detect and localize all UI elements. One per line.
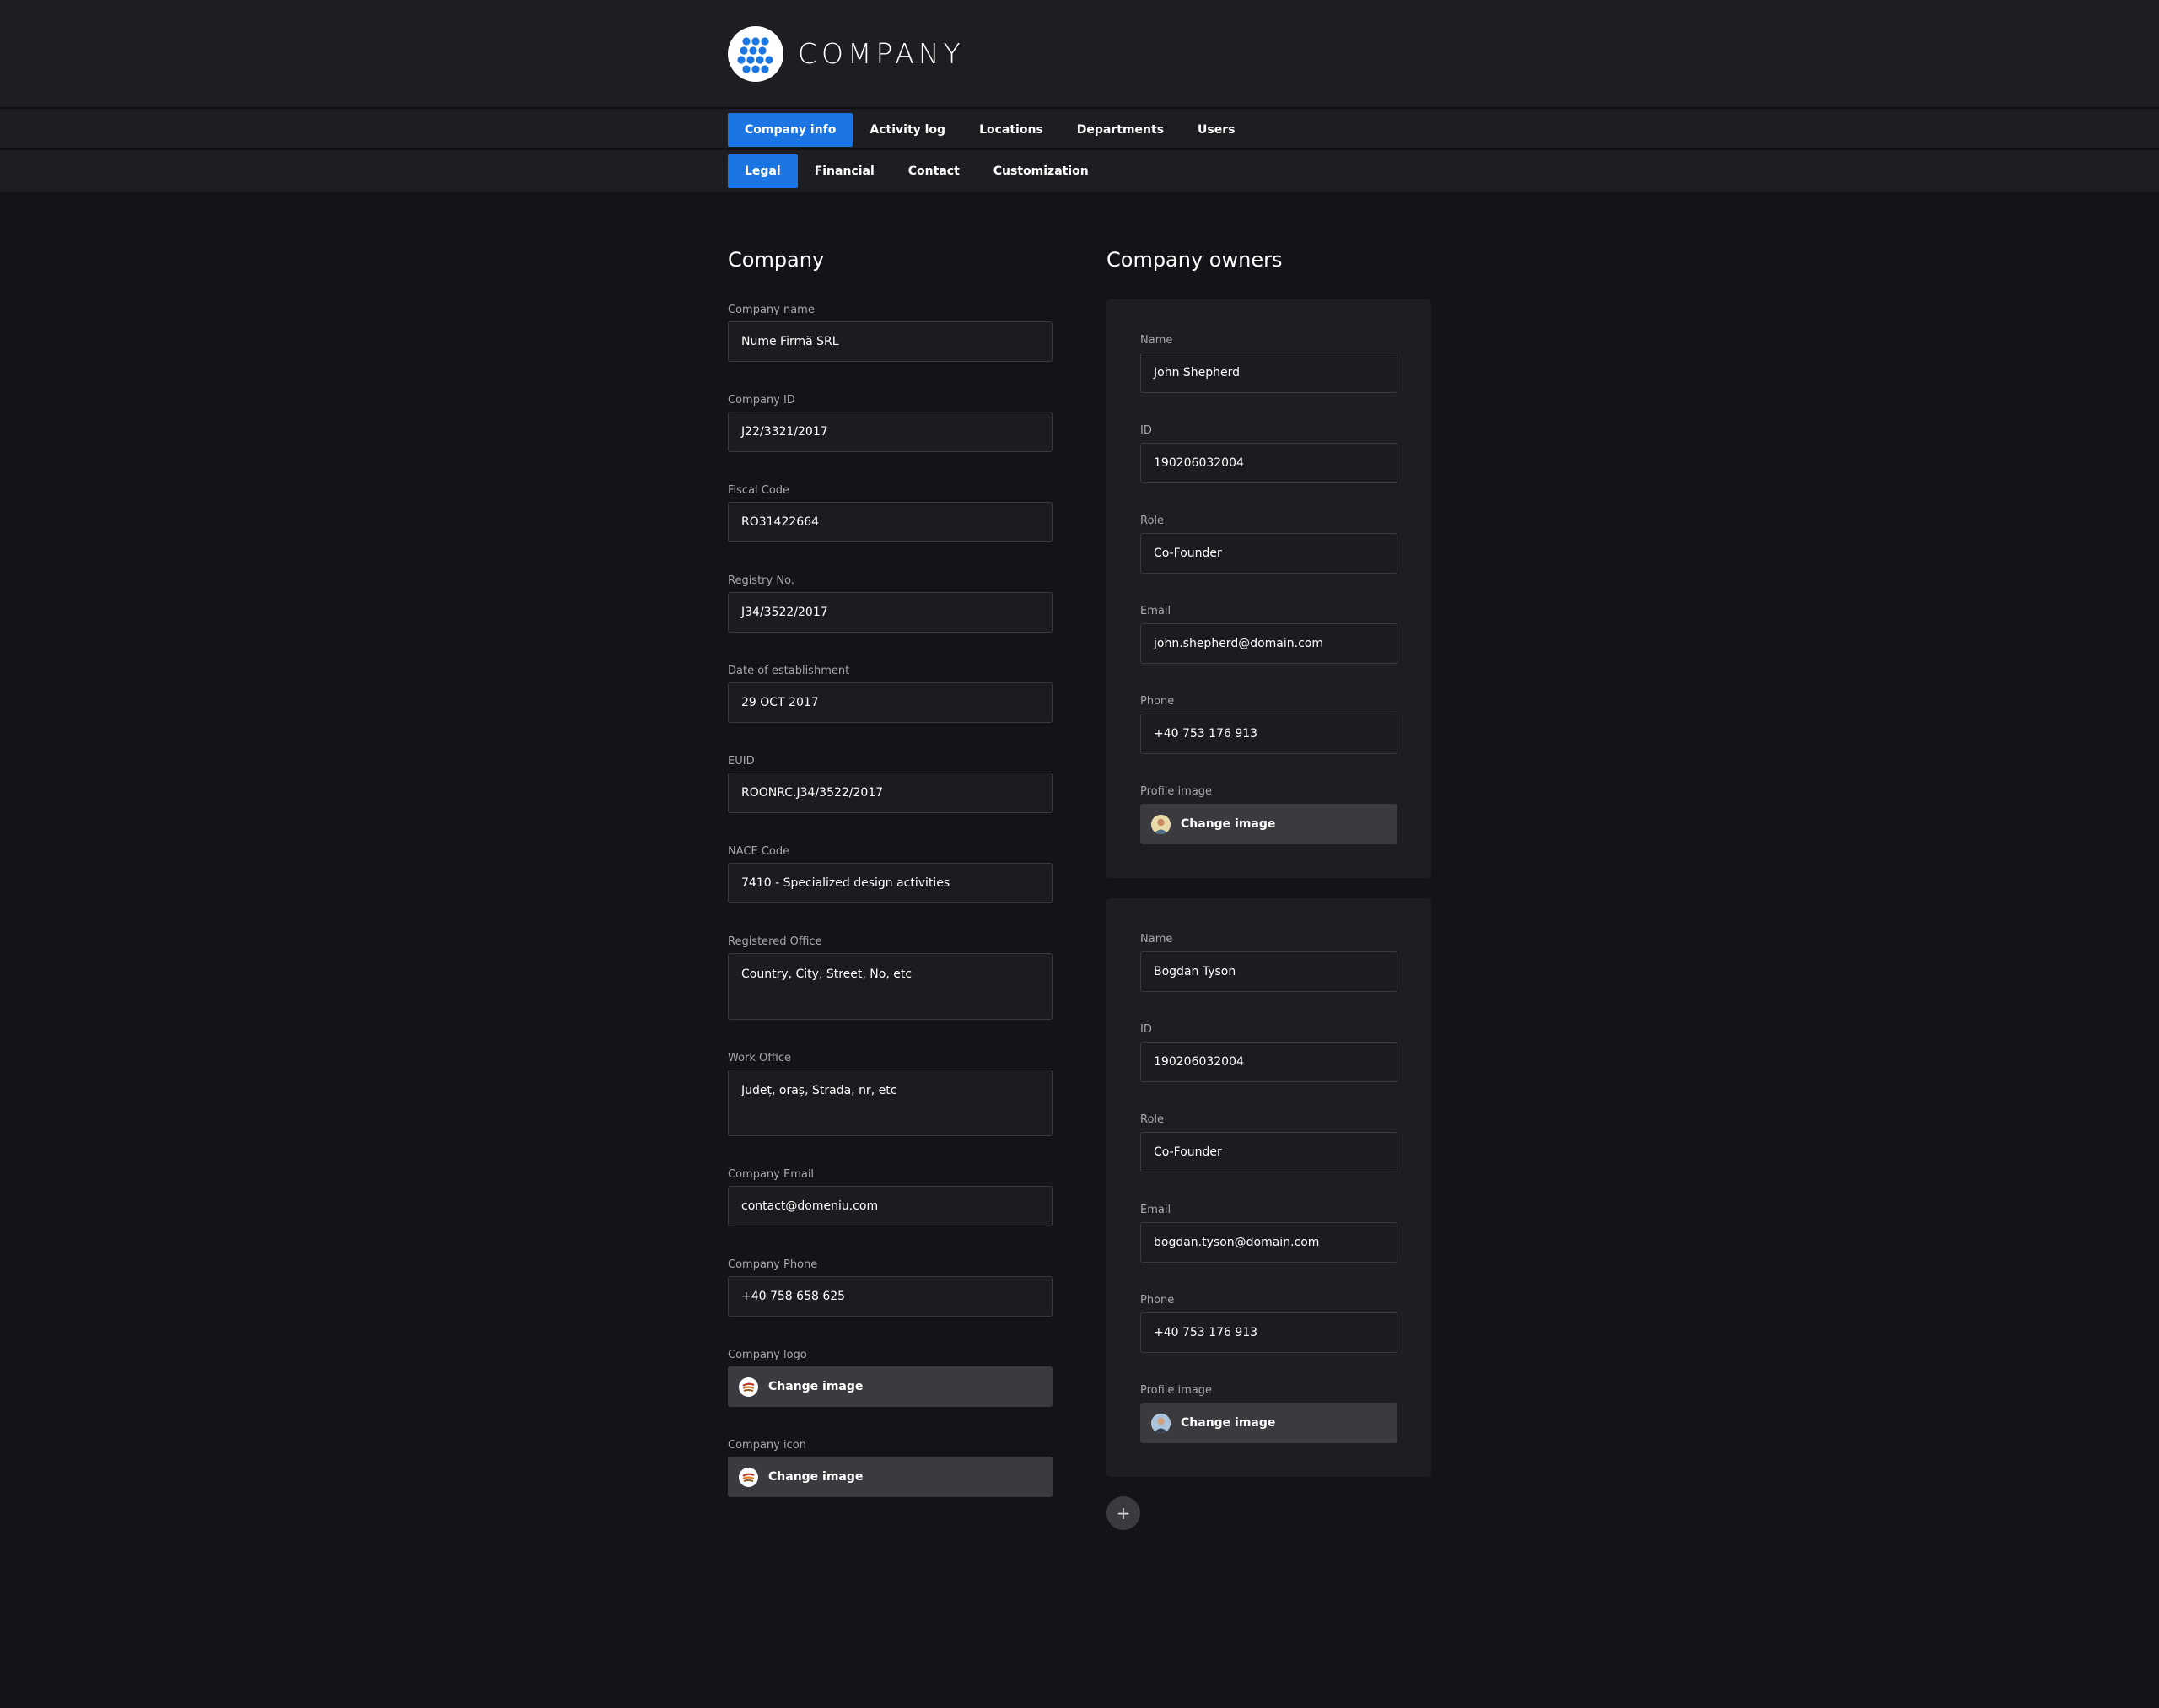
owner-email-input[interactable]: bogdan.tyson@domain.com: [1140, 1222, 1397, 1263]
tab-legal[interactable]: Legal: [728, 154, 798, 188]
owner-name-label: Name: [1140, 933, 1173, 946]
owner-id-label: ID: [1140, 1023, 1152, 1036]
nace-code-input[interactable]: 7410 - Specialized design activities: [728, 863, 1053, 903]
tab-contact[interactable]: Contact: [891, 154, 977, 188]
euid-label: EUID: [728, 755, 755, 768]
company-name-label: Company name: [728, 304, 815, 316]
avatar-icon: [1151, 1413, 1171, 1433]
owner-role-input[interactable]: Co-Founder: [1140, 533, 1397, 574]
nace-code-label: NACE Code: [728, 845, 790, 858]
date-of-establishment-label: Date of establishment: [728, 665, 850, 677]
avatar-icon: [1151, 814, 1171, 834]
owner-phone-input[interactable]: +40 753 176 913: [1140, 714, 1397, 754]
tab-users[interactable]: Users: [1181, 113, 1252, 147]
brand-name: COMPANY: [798, 37, 965, 70]
owner-email-label: Email: [1140, 605, 1171, 617]
owner-id-input[interactable]: 190206032004: [1140, 443, 1397, 483]
date-of-establishment-input[interactable]: 29 OCT 2017: [728, 682, 1053, 723]
owners-section-title: Company owners: [1106, 248, 1283, 272]
add-owner-button[interactable]: +: [1106, 1496, 1140, 1530]
owner-email-input[interactable]: john.shepherd@domain.com: [1140, 623, 1397, 664]
owner-email-label: Email: [1140, 1204, 1171, 1216]
registered-office-label: Registered Office: [728, 935, 822, 948]
company-icon-thumbnail-icon: [739, 1467, 758, 1487]
company-email-input[interactable]: contact@domeniu.com: [728, 1186, 1053, 1226]
tab-company-info[interactable]: Company info: [728, 113, 853, 147]
owner-id-label: ID: [1140, 424, 1152, 437]
company-logo-thumbnail-icon: [739, 1377, 758, 1397]
owner-profile-image-label: Profile image: [1140, 785, 1213, 798]
owner-profile-image-button-label: Change image: [1181, 817, 1276, 831]
company-name-input[interactable]: Nume Firmă SRL: [728, 321, 1053, 362]
owner-profile-image-change-button[interactable]: Change image: [1140, 804, 1397, 844]
plus-icon: +: [1116, 1503, 1131, 1523]
main-nav: Company info Activity log Locations Depa…: [0, 109, 2159, 150]
registered-office-textarea[interactable]: Country, City, Street, No, etc: [728, 953, 1053, 1020]
owner-profile-image-change-button[interactable]: Change image: [1140, 1403, 1397, 1443]
company-phone-label: Company Phone: [728, 1258, 818, 1271]
euid-input[interactable]: ROONRC.J34/3522/2017: [728, 773, 1053, 813]
tab-locations[interactable]: Locations: [962, 113, 1060, 147]
tab-customization[interactable]: Customization: [977, 154, 1106, 188]
owner-role-label: Role: [1140, 515, 1165, 527]
owner-name-label: Name: [1140, 334, 1173, 347]
tab-financial[interactable]: Financial: [798, 154, 891, 188]
company-email-label: Company Email: [728, 1168, 815, 1181]
app-header: COMPANY: [0, 0, 2159, 109]
company-section-title: Company: [728, 248, 825, 272]
owner-phone-label: Phone: [1140, 1294, 1175, 1307]
owner-role-label: Role: [1140, 1113, 1165, 1126]
work-office-textarea[interactable]: Județ, oraș, Strada, nr, etc: [728, 1070, 1053, 1136]
company-icon-change-button[interactable]: Change image: [728, 1457, 1053, 1497]
owner-id-input[interactable]: 190206032004: [1140, 1042, 1397, 1082]
company-logo-label: Company logo: [728, 1349, 807, 1361]
owner-name-input[interactable]: John Shepherd: [1140, 353, 1397, 393]
company-icon-label: Company icon: [728, 1439, 806, 1452]
owner-role-input[interactable]: Co-Founder: [1140, 1132, 1397, 1172]
owner-phone-label: Phone: [1140, 695, 1175, 708]
owner-phone-input[interactable]: +40 753 176 913: [1140, 1312, 1397, 1353]
company-phone-input[interactable]: +40 758 658 625: [728, 1276, 1053, 1317]
tab-departments[interactable]: Departments: [1060, 113, 1181, 147]
company-logo-change-button[interactable]: Change image: [728, 1366, 1053, 1407]
sub-nav: Legal Financial Contact Customization: [0, 150, 2159, 192]
work-office-label: Work Office: [728, 1052, 791, 1064]
dots-grid-logo-icon[interactable]: [728, 26, 783, 82]
owner-name-input[interactable]: Bogdan Tyson: [1140, 951, 1397, 992]
company-id-label: Company ID: [728, 394, 795, 407]
company-icon-button-label: Change image: [768, 1470, 864, 1484]
tab-activity-log[interactable]: Activity log: [853, 113, 962, 147]
registry-no-input[interactable]: J34/3522/2017: [728, 592, 1053, 633]
company-id-input[interactable]: J22/3321/2017: [728, 412, 1053, 452]
registry-no-label: Registry No.: [728, 574, 794, 587]
fiscal-code-input[interactable]: RO31422664: [728, 502, 1053, 542]
company-logo-button-label: Change image: [768, 1380, 864, 1393]
owner-profile-image-button-label: Change image: [1181, 1416, 1276, 1430]
owner-profile-image-label: Profile image: [1140, 1384, 1213, 1397]
fiscal-code-label: Fiscal Code: [728, 484, 790, 497]
